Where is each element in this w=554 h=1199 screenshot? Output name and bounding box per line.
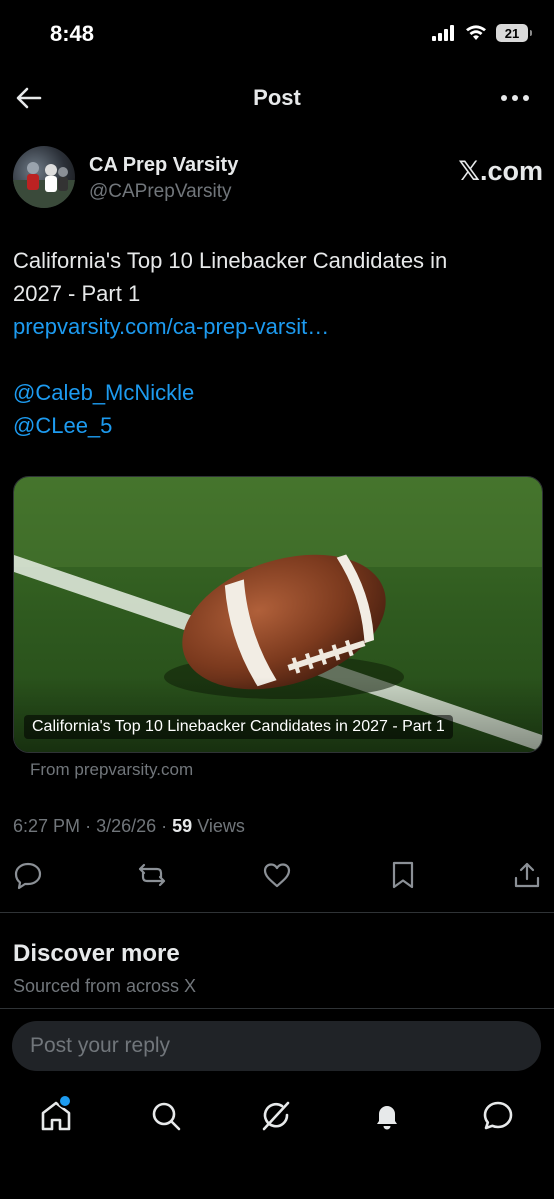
avatar[interactable] xyxy=(13,146,75,208)
card-caption: California's Top 10 Linebacker Candidate… xyxy=(24,715,453,739)
discover-subtitle: Sourced from across X xyxy=(13,976,197,996)
repost-button[interactable] xyxy=(137,860,167,890)
more-button[interactable] xyxy=(500,85,530,111)
reply-placeholder: Post your reply xyxy=(30,1034,171,1057)
wifi-icon xyxy=(466,25,486,40)
divider xyxy=(0,912,554,913)
avatar-image xyxy=(13,162,75,208)
tab-notifications[interactable] xyxy=(369,1098,405,1134)
divider xyxy=(0,1008,554,1009)
action-bar xyxy=(0,858,554,894)
tab-grok[interactable] xyxy=(258,1098,294,1134)
status-time: 8:48 xyxy=(50,21,95,46)
mention-link[interactable]: @Caleb_McNickle xyxy=(13,376,533,409)
mention-link[interactable]: @CLee_5 xyxy=(13,409,533,442)
more-horizontal-icon xyxy=(501,95,529,101)
post-header: Post xyxy=(0,70,554,126)
post-text: California's Top 10 Linebacker Candidate… xyxy=(13,244,533,442)
link-card[interactable]: California's Top 10 Linebacker Candidate… xyxy=(13,476,543,753)
message-icon xyxy=(483,1101,513,1130)
repost-icon xyxy=(138,863,166,887)
page-title: Post xyxy=(253,85,301,110)
post-text-line: California's Top 10 Linebacker Candidate… xyxy=(13,248,448,273)
views-label: Views xyxy=(197,816,245,836)
signal-icon xyxy=(432,25,454,41)
meta-separator: · xyxy=(85,816,97,836)
status-icons: 21 xyxy=(432,24,532,42)
post-link[interactable]: prepvarsity.com/ca-prep-varsit… xyxy=(13,310,533,343)
author-handle[interactable]: @CAPrepVarsity xyxy=(89,181,231,203)
author-row: CA Prep Varsity @CAPrepVarsity 𝕏.com xyxy=(13,146,543,212)
post-meta: 6:27 PM · 3/26/26 · 59 Views xyxy=(13,816,245,837)
tab-messages[interactable] xyxy=(480,1098,516,1134)
bookmark-button[interactable] xyxy=(388,860,418,890)
reply-button[interactable] xyxy=(13,860,43,890)
tab-bar xyxy=(0,1090,554,1150)
heart-icon xyxy=(263,863,291,888)
meta-separator: · xyxy=(161,816,173,836)
grok-icon xyxy=(262,1101,290,1131)
discover-title: Discover more xyxy=(13,940,180,967)
search-icon xyxy=(152,1102,181,1131)
status-bar: 8:48 21 xyxy=(0,0,554,70)
notification-dot xyxy=(58,1094,72,1108)
like-button[interactable] xyxy=(262,860,292,890)
post-text-line: 2027 - Part 1 xyxy=(13,281,141,306)
author-name[interactable]: CA Prep Varsity xyxy=(89,154,238,177)
bookmark-icon xyxy=(392,861,414,889)
bell-icon xyxy=(377,1106,397,1130)
share-button[interactable] xyxy=(512,860,542,890)
share-icon xyxy=(514,862,540,888)
card-image xyxy=(14,477,542,752)
reply-input[interactable]: Post your reply xyxy=(12,1021,541,1071)
source-label: 𝕏.com xyxy=(458,156,543,186)
tab-home[interactable] xyxy=(38,1094,74,1134)
post-time: 6:27 PM xyxy=(13,816,81,836)
card-domain[interactable]: From prepvarsity.com xyxy=(30,760,193,780)
post-date: 3/26/26 xyxy=(96,816,157,836)
reply-icon xyxy=(14,862,42,890)
battery-indicator: 21 xyxy=(496,24,532,42)
views-count: 59 xyxy=(172,816,193,836)
tab-search[interactable] xyxy=(148,1098,184,1134)
